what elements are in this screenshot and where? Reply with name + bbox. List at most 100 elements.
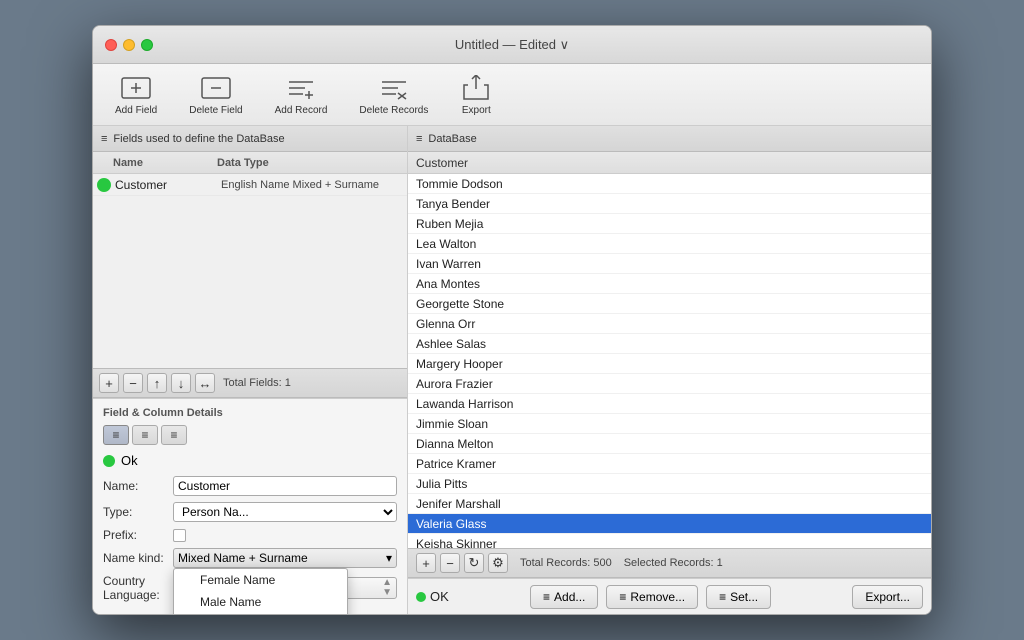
field-row[interactable]: Customer English Name Mixed + Surname [93, 174, 407, 196]
db-list-item[interactable]: Valeria Glass [408, 514, 931, 534]
namekind-option-label-1: Male Name [200, 595, 261, 609]
fields-panel-title: Fields used to define the DataBase [113, 133, 284, 145]
country-stepper-icon: ▲▼ [382, 578, 392, 598]
export-icon [460, 74, 492, 102]
right-panel: ≡ DataBase Customer Tommie DodsonTanya B… [408, 126, 931, 614]
name-input[interactable] [173, 476, 397, 496]
toolbar: Add Field Delete Field Add [93, 64, 931, 126]
db-list-item[interactable]: Jimmie Sloan [408, 414, 931, 434]
db-list-item[interactable]: Ana Montes [408, 274, 931, 294]
namekind-button[interactable]: Mixed Name + Surname ▾ [173, 548, 397, 568]
export-action-button[interactable]: Export... [852, 585, 923, 609]
db-list[interactable]: Tommie DodsonTanya BenderRuben MejiaLea … [408, 174, 931, 548]
set-icon: ≡ [719, 590, 726, 604]
db-list-item[interactable]: Margery Hooper [408, 354, 931, 374]
db-list-item[interactable]: Ivan Warren [408, 254, 931, 274]
db-list-item[interactable]: Glenna Orr [408, 314, 931, 334]
export-label: Export [462, 105, 491, 116]
add-record-icon [285, 74, 317, 102]
db-column-header: Customer [408, 152, 931, 174]
ok-label: OK [430, 589, 449, 604]
col-type-header: Data Type [217, 157, 403, 169]
db-selected-count: Selected Records: 1 [624, 557, 723, 569]
type-select[interactable]: Person Na... [173, 502, 397, 522]
delete-records-button[interactable]: Delete Records [353, 70, 434, 120]
fields-panel-header: ≡ Fields used to define the DataBase [93, 126, 407, 152]
db-list-item[interactable]: Lawanda Harrison [408, 394, 931, 414]
delete-field-label: Delete Field [189, 105, 242, 116]
fields-toolbar: + − ↑ ↓ ↔ Total Fields: 1 [93, 368, 407, 398]
prefix-label: Prefix: [103, 528, 173, 542]
type-row: Type: Person Na... [103, 502, 397, 522]
format-right-button[interactable]: ≡ [161, 425, 187, 445]
ok-button[interactable]: OK [416, 589, 449, 604]
db-refresh-button[interactable]: ↻ [464, 553, 484, 573]
move-down-button[interactable]: ↓ [171, 373, 191, 393]
db-list-item[interactable]: Lea Walton [408, 234, 931, 254]
delete-field-icon [200, 74, 232, 102]
field-details-panel: Field & Column Details ≡ ≡ ≡ Ok Name: Ty… [93, 398, 407, 614]
status-dot [103, 455, 115, 467]
format-toolbar: ≡ ≡ ≡ [103, 425, 397, 445]
set-action-button[interactable]: ≡ Set... [706, 585, 771, 609]
titlebar: Untitled — Edited ∨ [93, 26, 931, 64]
namekind-dropdown-container: Mixed Name + Surname ▾ Female Name M [173, 548, 397, 568]
close-button[interactable] [105, 39, 117, 51]
prefix-checkbox[interactable] [173, 529, 186, 542]
db-total-records: Total Records: 500 [520, 557, 612, 569]
minimize-button[interactable] [123, 39, 135, 51]
db-list-item[interactable]: Georgette Stone [408, 294, 931, 314]
prefix-row: Prefix: [103, 528, 397, 542]
format-center-button[interactable]: ≡ [132, 425, 158, 445]
db-list-item[interactable]: Dianna Melton [408, 434, 931, 454]
namekind-option-mixed-name[interactable]: Mixed Name [174, 613, 347, 614]
namekind-option-male-name[interactable]: Male Name [174, 591, 347, 613]
db-list-item[interactable]: Tanya Bender [408, 194, 931, 214]
db-action-bar: OK ≡ Add... ≡ Remove... ≡ Set... Export. [408, 578, 931, 614]
db-list-item[interactable]: Ruben Mejia [408, 214, 931, 234]
export-button[interactable]: Export [454, 70, 498, 120]
add-field-icon [120, 74, 152, 102]
add-action-button[interactable]: ≡ Add... [530, 585, 598, 609]
field-name: Customer [115, 178, 221, 192]
namekind-option-female-name[interactable]: Female Name [174, 569, 347, 591]
namekind-dropdown-menu: Female Name Male Name Mixed Name [173, 568, 348, 614]
type-label: Type: [103, 505, 173, 519]
country-label: Country Language: [103, 574, 173, 602]
db-list-item[interactable]: Keisha Skinner [408, 534, 931, 548]
db-list-item[interactable]: Aurora Frazier [408, 374, 931, 394]
db-settings-button[interactable]: ⚙ [488, 553, 508, 573]
namekind-row: Name kind: Mixed Name + Surname ▾ Female… [103, 548, 397, 568]
db-remove-button[interactable]: − [440, 553, 460, 573]
status-row: Ok [103, 453, 397, 468]
fields-table-header: Name Data Type [93, 152, 407, 174]
remove-action-button[interactable]: ≡ Remove... [606, 585, 698, 609]
add-record-button[interactable]: Add Record [269, 70, 334, 120]
add-field-small-button[interactable]: + [99, 373, 119, 393]
db-list-item[interactable]: Tommie Dodson [408, 174, 931, 194]
remove-action-label: Remove... [630, 590, 685, 604]
add-icon: ≡ [543, 590, 550, 604]
move-up-button[interactable]: ↑ [147, 373, 167, 393]
db-add-button[interactable]: + [416, 553, 436, 573]
field-type: English Name Mixed + Surname [221, 179, 403, 191]
status-label: Ok [121, 453, 138, 468]
options-button[interactable]: ↔ [195, 373, 215, 393]
db-list-item[interactable]: Julia Pitts [408, 474, 931, 494]
db-list-item[interactable]: Jenifer Marshall [408, 494, 931, 514]
db-list-item[interactable]: Patrice Kramer [408, 454, 931, 474]
maximize-button[interactable] [141, 39, 153, 51]
db-list-item[interactable]: Ashlee Salas [408, 334, 931, 354]
delete-records-label: Delete Records [359, 105, 428, 116]
fields-count: Total Fields: 1 [223, 377, 291, 389]
delete-field-button[interactable]: Delete Field [183, 70, 248, 120]
remove-field-small-button[interactable]: − [123, 373, 143, 393]
format-left-button[interactable]: ≡ [103, 425, 129, 445]
add-field-button[interactable]: Add Field [109, 70, 163, 120]
fields-table: Name Data Type Customer English Name Mix… [93, 152, 407, 368]
field-details-header: Field & Column Details [103, 407, 397, 419]
db-footer: + − ↻ ⚙ Total Records: 500 Selected Reco… [408, 548, 931, 578]
namekind-label: Name kind: [103, 551, 173, 565]
add-record-label: Add Record [275, 105, 328, 116]
main-content: ≡ Fields used to define the DataBase Nam… [93, 126, 931, 614]
